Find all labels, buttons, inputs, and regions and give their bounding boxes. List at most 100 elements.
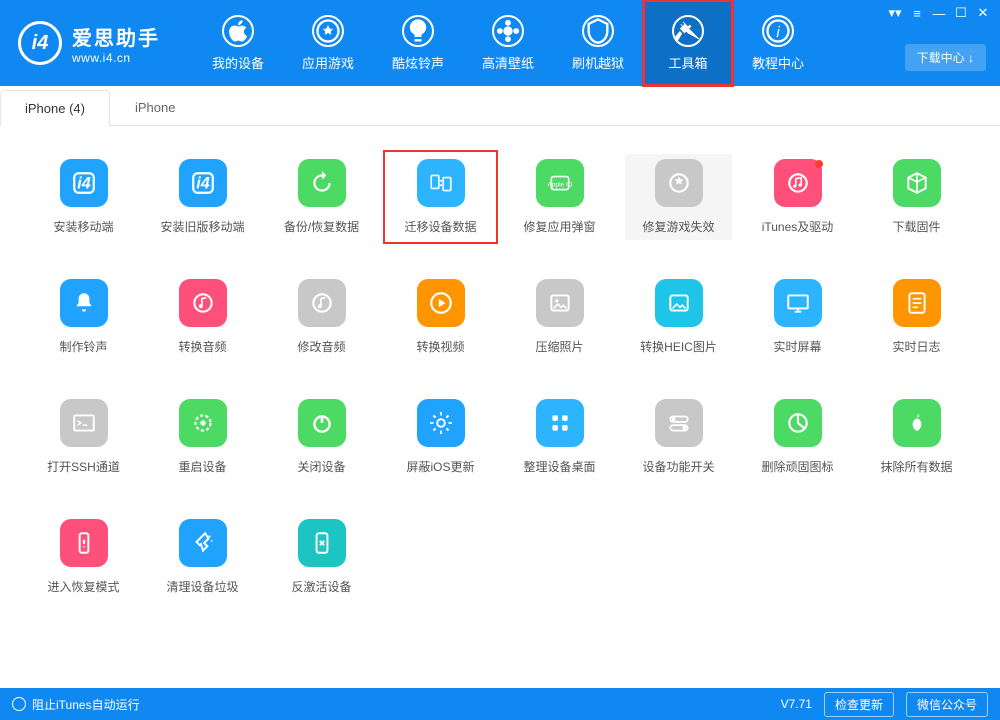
tool-label: 重启设备: [178, 458, 226, 475]
tool-14[interactable]: 实时屏幕: [744, 274, 851, 360]
appleid-icon: Apple ID: [536, 159, 584, 207]
nav-label: 高清壁纸: [482, 53, 534, 72]
download-center-button[interactable]: 下载中心 ↓: [905, 44, 986, 71]
switch-icon: [655, 399, 703, 447]
tool-18[interactable]: 关闭设备: [268, 394, 375, 480]
video-icon: [417, 279, 465, 327]
tool-label: 屏蔽iOS更新: [406, 458, 474, 475]
tool-10[interactable]: 修改音频: [268, 274, 375, 360]
tool-24[interactable]: 进入恢复模式: [30, 514, 137, 600]
tools-grid: i4安装移动端i4安装旧版移动端备份/恢复数据迁移设备数据Apple ID修复应…: [0, 126, 1000, 610]
nav-2[interactable]: 酷炫铃声: [373, 0, 463, 86]
nav-icon: [492, 15, 524, 47]
tool-label: iTunes及驱动: [762, 218, 834, 235]
footer: 阻止iTunes自动运行 V7.71 检查更新 微信公众号: [0, 688, 1000, 720]
close-button[interactable]: ✕: [972, 4, 994, 22]
svg-text:i: i: [776, 23, 780, 40]
nav-label: 应用游戏: [302, 53, 354, 72]
transfer-icon: [417, 159, 465, 207]
tool-16[interactable]: 打开SSH通道: [30, 394, 137, 480]
tool-9[interactable]: 转换音频: [149, 274, 256, 360]
nav-label: 刷机越狱: [572, 53, 624, 72]
tool-22[interactable]: 删除顽固图标: [744, 394, 851, 480]
nav-5[interactable]: 工具箱: [643, 0, 733, 86]
tool-20[interactable]: 整理设备桌面: [506, 394, 613, 480]
i4-icon: i4: [60, 159, 108, 207]
nav-icon: [582, 15, 614, 47]
tool-23[interactable]: 抹除所有数据: [863, 394, 970, 480]
nav-4[interactable]: 刷机越狱: [553, 0, 643, 86]
itunes-icon: [774, 159, 822, 207]
check-update-button[interactable]: 检查更新: [824, 692, 894, 717]
tool-7[interactable]: 下载固件: [863, 154, 970, 240]
tool-0[interactable]: i4安装移动端: [30, 154, 137, 240]
image-icon: [536, 279, 584, 327]
main-nav: 我的设备 应用游戏酷炫铃声高清壁纸 刷机越狱工具箱i教程中心: [193, 0, 823, 86]
game-icon: [655, 159, 703, 207]
tool-label: 转换音频: [178, 338, 226, 355]
shirt-icon[interactable]: ▾▾: [884, 4, 906, 22]
tool-label: 安装旧版移动端: [160, 218, 244, 235]
tool-label: 抹除所有数据: [880, 458, 952, 475]
maximize-button[interactable]: ☐: [950, 4, 972, 22]
restart-icon: [179, 399, 227, 447]
tool-label: 转换视频: [416, 338, 464, 355]
block-itunes-toggle[interactable]: 阻止iTunes自动运行: [12, 696, 140, 713]
tool-11[interactable]: 转换视频: [387, 274, 494, 360]
clean-icon: [179, 519, 227, 567]
tab-1[interactable]: iPhone: [110, 89, 200, 125]
tool-15[interactable]: 实时日志: [863, 274, 970, 360]
tool-label: 清理设备垃圾: [166, 578, 238, 595]
version-label: V7.71: [781, 697, 812, 711]
tool-label: 修复应用弹窗: [523, 218, 595, 235]
minimize-button[interactable]: —: [928, 4, 950, 22]
tool-17[interactable]: 重启设备: [149, 394, 256, 480]
tool-26[interactable]: 反激活设备: [268, 514, 375, 600]
nav-label: 我的设备: [212, 53, 264, 72]
tool-5[interactable]: 修复游戏失效: [625, 154, 732, 240]
tool-label: 下载固件: [892, 218, 940, 235]
nav-icon: [402, 15, 434, 47]
logo-title: 爱思助手: [72, 22, 160, 51]
tool-25[interactable]: 清理设备垃圾: [149, 514, 256, 600]
tool-label: 压缩照片: [535, 338, 583, 355]
heic-icon: [655, 279, 703, 327]
tool-8[interactable]: 制作铃声: [30, 274, 137, 360]
tool-label: 迁移设备数据: [404, 218, 476, 235]
svg-text:i4: i4: [77, 174, 91, 192]
i4-icon: i4: [179, 159, 227, 207]
tool-21[interactable]: 设备功能开关: [625, 394, 732, 480]
nav-icon: [672, 15, 704, 47]
tool-6[interactable]: iTunes及驱动: [744, 154, 851, 240]
logo[interactable]: i4 爱思助手 www.i4.cn: [0, 0, 178, 86]
pie-icon: [774, 399, 822, 447]
tool-12[interactable]: 压缩照片: [506, 274, 613, 360]
tool-label: 打开SSH通道: [47, 458, 120, 475]
nav-1[interactable]: 应用游戏: [283, 0, 373, 86]
nav-icon: [222, 15, 254, 47]
tool-19[interactable]: 屏蔽iOS更新: [387, 394, 494, 480]
nav-6[interactable]: i教程中心: [733, 0, 823, 86]
tool-3[interactable]: 迁移设备数据: [387, 154, 494, 240]
tool-label: 反激活设备: [291, 578, 351, 595]
restore-icon: [298, 159, 346, 207]
tool-label: 关闭设备: [297, 458, 345, 475]
tab-0[interactable]: iPhone (4): [0, 90, 110, 126]
cube-icon: [893, 159, 941, 207]
tool-13[interactable]: 转换HEIC图片: [625, 274, 732, 360]
tool-label: 制作铃声: [59, 338, 107, 355]
menu-icon[interactable]: ≡: [906, 4, 928, 22]
tool-label: 进入恢复模式: [47, 578, 119, 595]
audio-edit-icon: [298, 279, 346, 327]
screen-icon: [774, 279, 822, 327]
radio-icon: [12, 697, 26, 711]
tool-4[interactable]: Apple ID 修复应用弹窗: [506, 154, 613, 240]
log-icon: [893, 279, 941, 327]
tool-1[interactable]: i4 安装旧版移动端: [149, 154, 256, 240]
tool-2[interactable]: 备份/恢复数据: [268, 154, 375, 240]
window-controls: ▾▾ ≡ — ☐ ✕: [884, 4, 994, 22]
tool-label: 修改音频: [297, 338, 345, 355]
nav-3[interactable]: 高清壁纸: [463, 0, 553, 86]
wechat-button[interactable]: 微信公众号: [906, 692, 988, 717]
nav-0[interactable]: 我的设备: [193, 0, 283, 86]
